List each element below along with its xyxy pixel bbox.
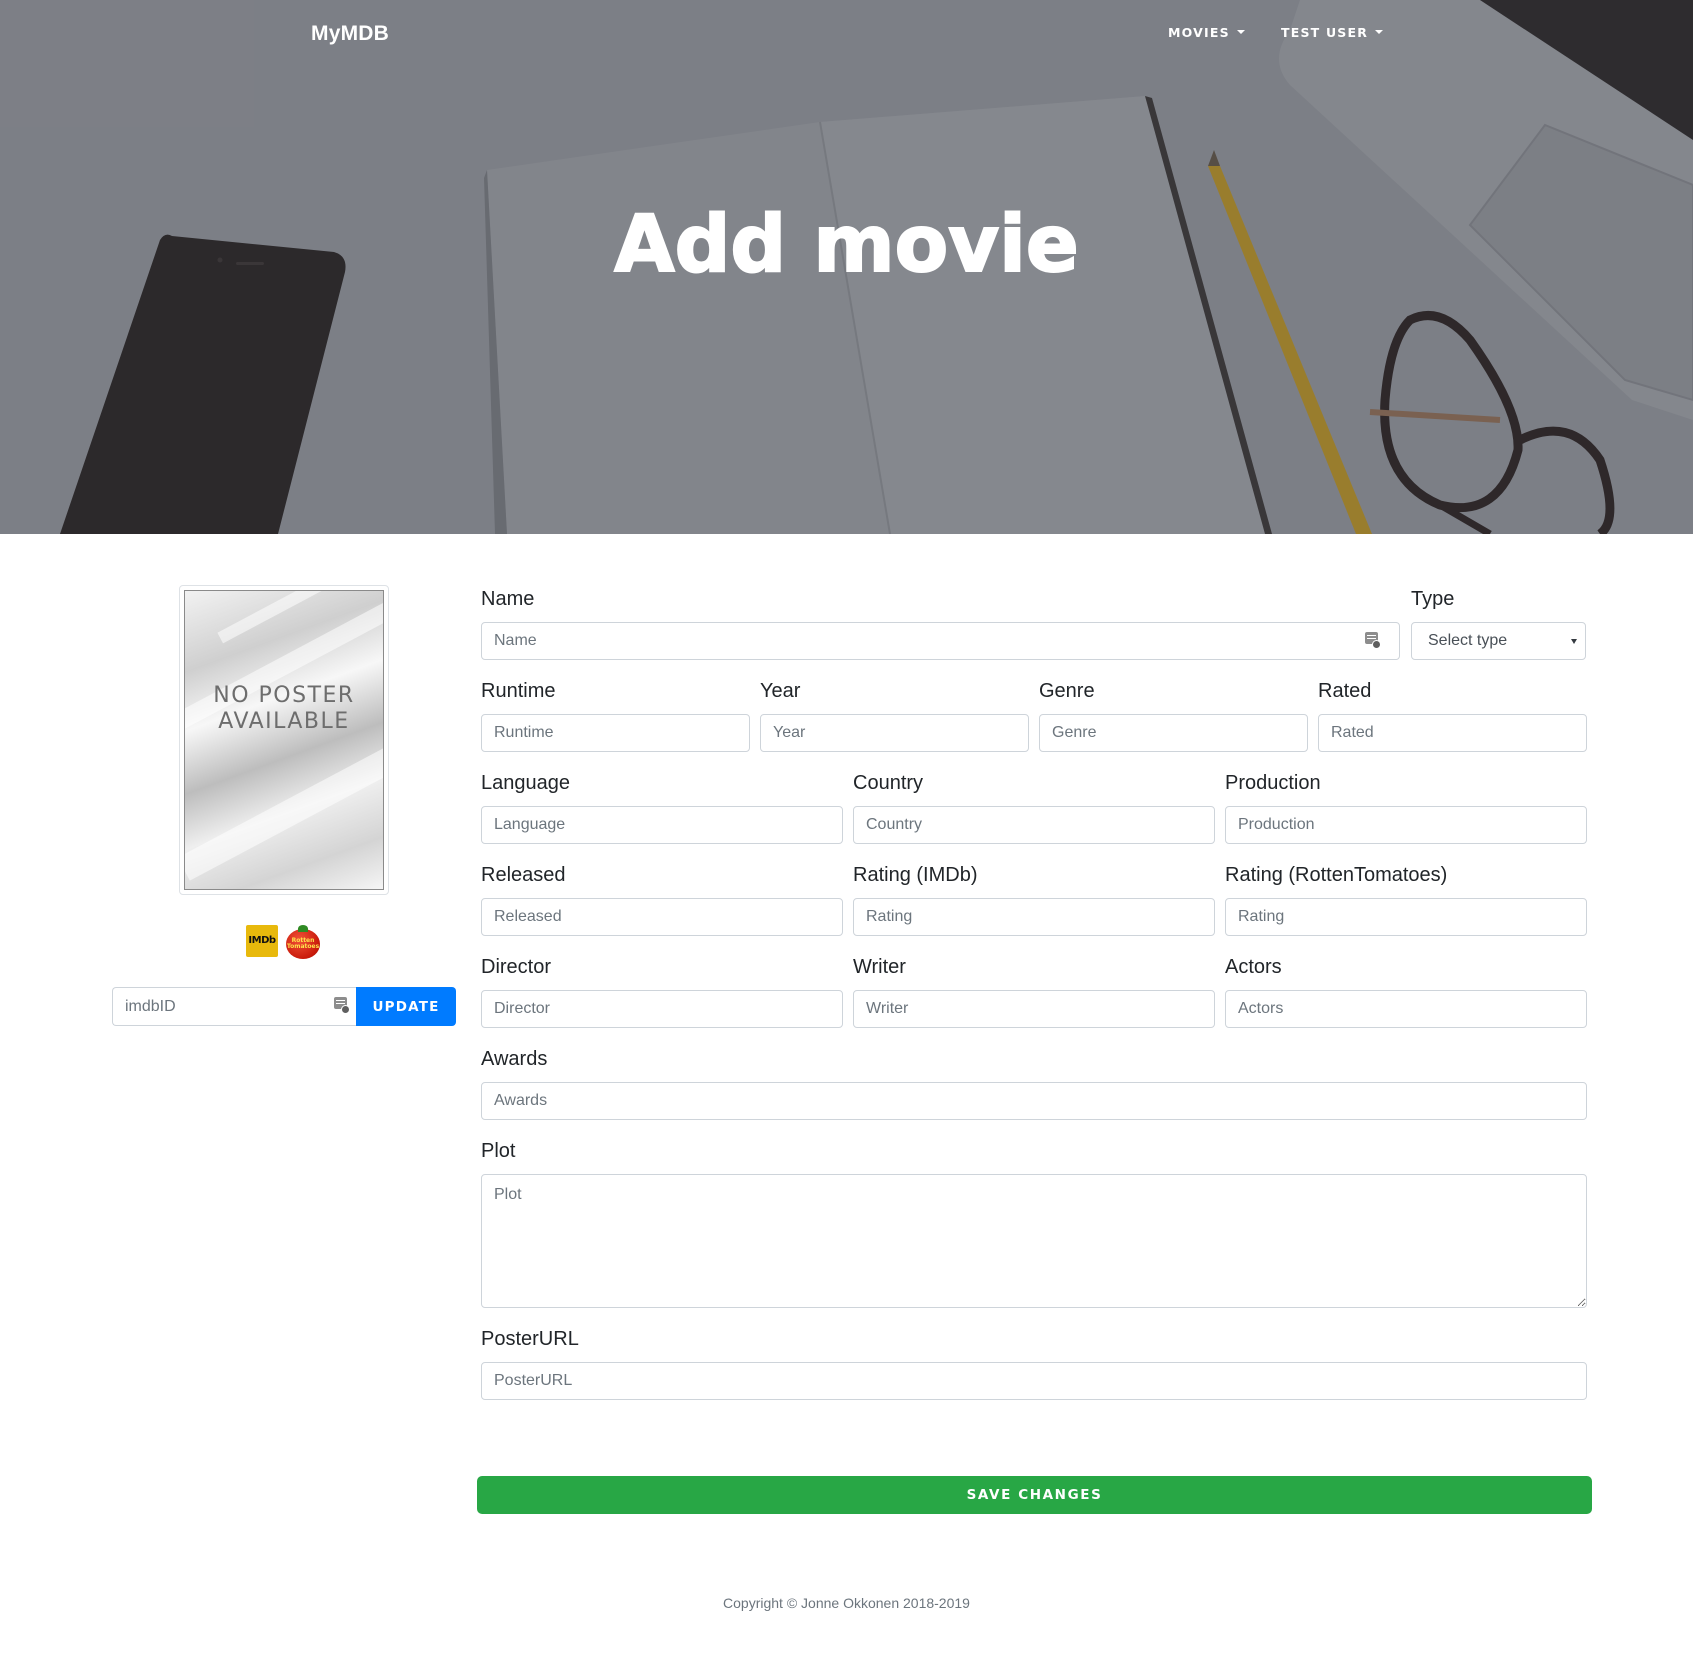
year-label: Year [760,680,801,702]
caret-down-icon [1236,30,1245,34]
language-label: Language [481,772,570,794]
type-select[interactable]: Select type [1411,622,1586,660]
year-input[interactable] [760,714,1029,752]
rating-rt-input[interactable] [1225,898,1587,936]
production-input[interactable] [1225,806,1587,844]
runtime-label: Runtime [481,680,556,702]
awards-label: Awards [481,1048,548,1070]
released-label: Released [481,864,566,886]
autofill-card-icon[interactable] [1365,632,1381,650]
rating-rt-label: Rating (RottenTomatoes) [1225,864,1448,886]
director-input[interactable] [481,990,843,1028]
poster-url-input[interactable] [481,1362,1587,1400]
awards-input[interactable] [481,1082,1587,1120]
poster-url-label: PosterURL [481,1328,579,1350]
country-input[interactable] [853,806,1215,844]
nav-user-label: TEST USER [1281,25,1369,40]
caret-down-icon [1375,30,1384,34]
brand-logo[interactable]: MyMDB [311,22,389,46]
type-label: Type [1411,588,1455,610]
actors-label: Actors [1225,956,1282,978]
imdb-logo-icon[interactable]: IMDb [246,925,278,957]
production-label: Production [1225,772,1321,794]
runtime-input[interactable] [481,714,750,752]
footer-copyright: Copyright © Jonne Okkonen 2018-2019 [723,1595,970,1611]
type-select-value: Select type [1428,632,1508,649]
poster-thumbnail: NO POSTER AVAILABLE [179,585,389,895]
language-input[interactable] [481,806,843,844]
hero-banner: MyMDB MOVIES TEST USER Add movie [0,0,1693,534]
rating-imdb-label: Rating (IMDb) [853,864,978,886]
save-changes-button[interactable]: SAVE CHANGES [477,1476,1592,1514]
poster-placeholder-image: NO POSTER AVAILABLE [184,590,384,890]
writer-input[interactable] [853,990,1215,1028]
released-input[interactable] [481,898,843,936]
country-label: Country [853,772,924,794]
genre-label: Genre [1039,680,1095,702]
select-arrow-icon [1571,639,1577,644]
plot-label: Plot [481,1140,516,1162]
nav-movies-label: MOVIES [1168,25,1230,40]
rotten-tomatoes-logo-icon[interactable]: Rotten Tomatoes [284,925,322,959]
name-label: Name [481,588,535,610]
writer-label: Writer [853,956,906,978]
page-title: Add movie [613,199,1080,291]
director-label: Director [481,956,552,978]
name-input[interactable] [481,622,1400,660]
rating-imdb-input[interactable] [853,898,1215,936]
actors-input[interactable] [1225,990,1587,1028]
plot-textarea[interactable] [481,1174,1587,1308]
top-navbar: MyMDB MOVIES TEST USER [0,0,1693,66]
nav-movies-dropdown[interactable]: MOVIES [1168,25,1245,40]
imdb-lookup-group: UPDATE [112,987,456,1026]
autofill-card-icon[interactable] [334,997,350,1015]
rated-input[interactable] [1318,714,1587,752]
rated-label: Rated [1318,680,1372,702]
update-button[interactable]: UPDATE [356,987,456,1026]
no-poster-text: NO POSTER AVAILABLE [213,683,355,734]
nav-user-dropdown[interactable]: TEST USER [1281,25,1384,40]
genre-input[interactable] [1039,714,1308,752]
imdb-id-input[interactable] [112,987,357,1026]
